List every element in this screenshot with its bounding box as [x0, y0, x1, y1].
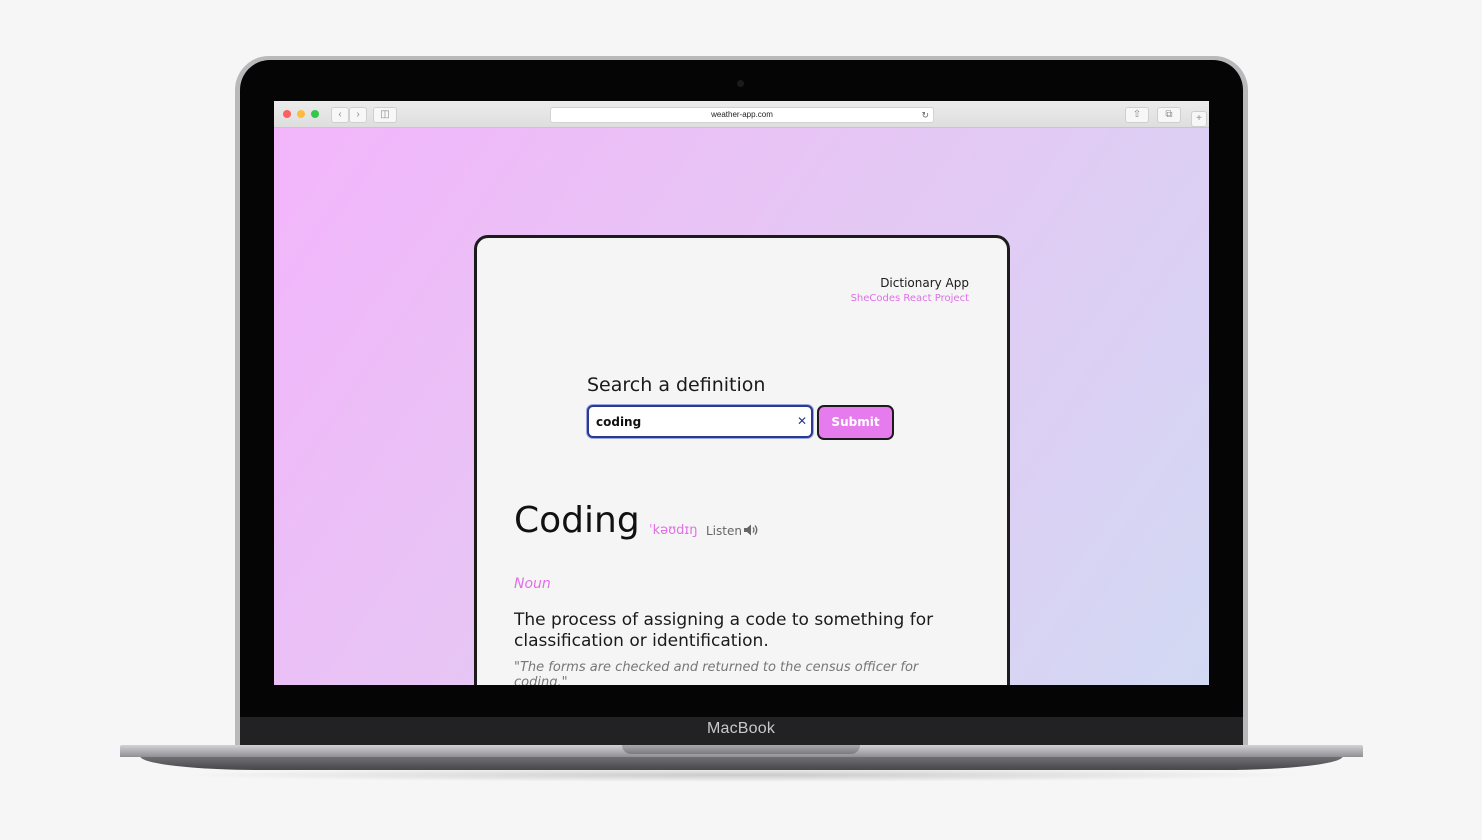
share-icon: ⇧	[1132, 109, 1142, 120]
chevron-right-icon: ›	[356, 109, 360, 120]
result-word: Coding	[514, 500, 640, 541]
part-of-speech: Noun	[514, 576, 551, 592]
device-brand-label: MacBook	[706, 720, 776, 737]
laptop-hinge-notch	[622, 745, 860, 754]
sidebar-icon: ◫	[380, 109, 390, 120]
close-icon[interactable]: ✕	[797, 414, 807, 428]
reload-icon[interactable]: ↻	[921, 108, 929, 122]
new-tab-button[interactable]: +	[1191, 111, 1207, 127]
plus-icon: +	[1196, 113, 1202, 124]
close-window-button[interactable]	[283, 110, 291, 118]
minimize-window-button[interactable]	[297, 110, 305, 118]
address-url: weather-app.com	[711, 110, 773, 119]
laptop-base-bottom	[140, 756, 1343, 770]
listen-button[interactable]: Listen	[706, 524, 742, 538]
camera	[737, 80, 744, 87]
search-heading: Search a definition	[587, 374, 766, 396]
dictionary-card: Dictionary App SheCodes React Project Se…	[474, 235, 1010, 685]
maximize-window-button[interactable]	[311, 110, 319, 118]
example-text: "The forms are checked and returned to t…	[514, 660, 919, 685]
browser-toolbar: ‹ › ◫ weather-app.com ↻ ⇧ ⧉ +	[274, 101, 1209, 128]
laptop-shadow	[170, 768, 1313, 782]
sidebar-toggle-button[interactable]: ◫	[373, 107, 397, 123]
app-subtitle[interactable]: SheCodes React Project	[851, 293, 969, 304]
forward-button[interactable]: ›	[349, 107, 367, 123]
tabs-overview-button[interactable]: ⧉	[1157, 107, 1181, 123]
submit-button[interactable]: Submit	[817, 405, 894, 440]
address-bar[interactable]: weather-app.com ↻	[550, 107, 934, 123]
chevron-left-icon: ‹	[338, 109, 342, 120]
app-title: Dictionary App	[880, 276, 969, 290]
tabs-icon: ⧉	[1165, 109, 1173, 120]
page-background: Dictionary App SheCodes React Project Se…	[274, 128, 1209, 685]
browser-window: ‹ › ◫ weather-app.com ↻ ⇧ ⧉ + Dictionary…	[274, 101, 1209, 685]
share-button[interactable]: ⇧	[1125, 107, 1149, 123]
back-button[interactable]: ‹	[331, 107, 349, 123]
phonetic-text: ˈkəʊdɪŋ	[649, 523, 698, 538]
search-input[interactable]	[596, 407, 786, 436]
search-field[interactable]: ✕	[587, 405, 813, 438]
definition-text: The process of assigning a code to somet…	[514, 610, 934, 651]
speaker-icon[interactable]	[743, 523, 759, 537]
